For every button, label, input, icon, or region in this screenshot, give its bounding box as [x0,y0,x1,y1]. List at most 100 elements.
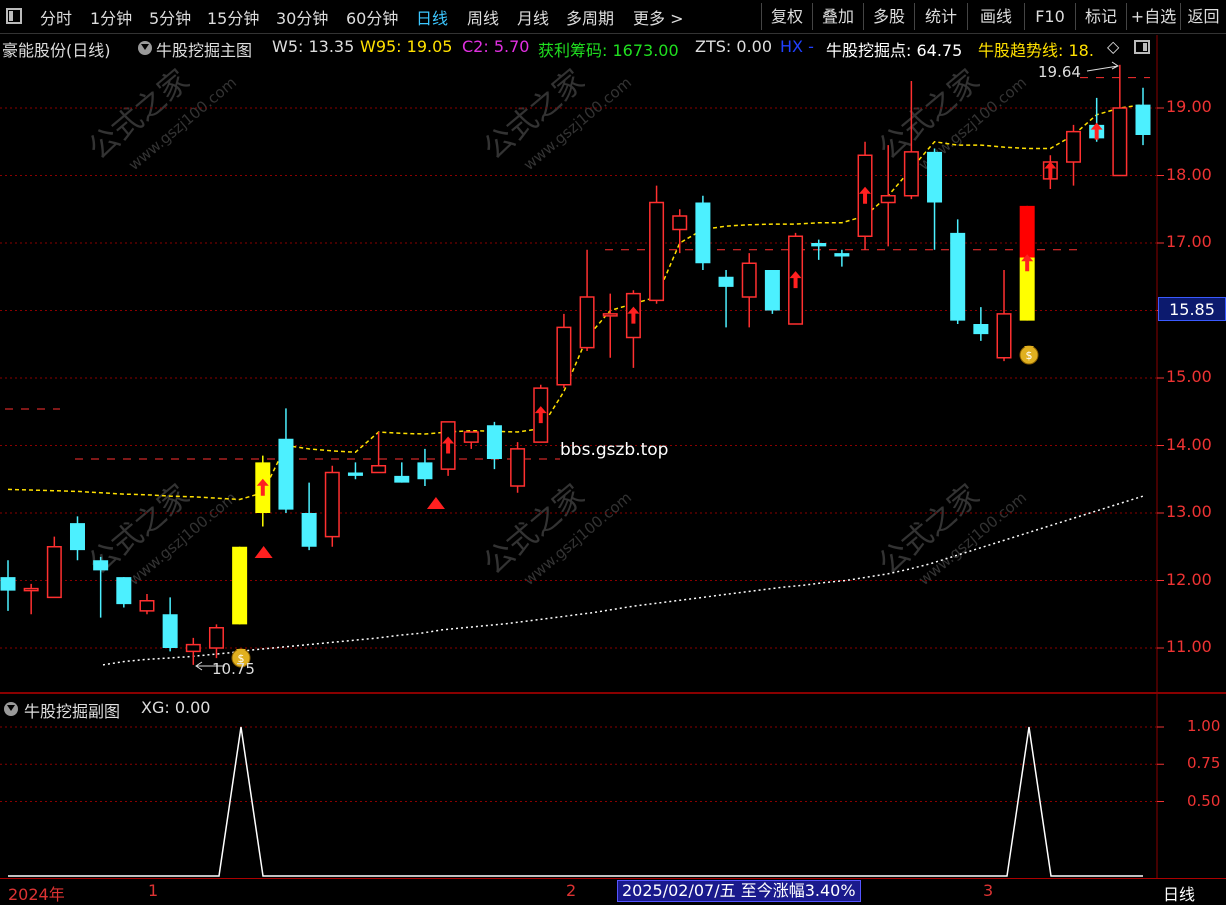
period-tab-1[interactable]: 1分钟 [90,5,132,29]
current-price-tag: 15.85 [1158,297,1226,321]
date-label-year: 2024年 [8,885,65,904]
candle-body-signal-top [1019,205,1035,258]
price-axis-label: 18.00 [1166,164,1212,184]
candle-body [950,232,966,321]
candle-body [93,560,109,571]
toolbar-action-6[interactable]: 标记 [1075,3,1126,30]
candle-body [764,270,780,311]
watermark: 公式之家www.gszj100.com [477,63,635,174]
period-tab-4[interactable]: 30分钟 [276,5,328,29]
candle-body [162,614,178,648]
w95-value: W95: 19.05 [360,37,453,56]
candle-body [602,313,618,317]
candle-body [834,253,850,257]
date-label-feb: 2 [566,881,577,900]
candle-body [1066,130,1082,163]
price-axis-label: 17.00 [1166,232,1212,251]
watermark: 公式之家www.gszj100.com [872,478,1030,589]
candle-body [394,475,410,483]
price-axis-label: 14.00 [1166,434,1212,454]
sub-indicator-dropdown-icon[interactable] [4,702,18,716]
candle-body [1135,104,1151,135]
candle-body [579,296,595,349]
toolbar-action-8[interactable]: 返回 [1180,3,1226,30]
toolbar-action-4[interactable]: 画线 [967,3,1024,30]
sub-axis-label: 0.50 [1187,791,1221,810]
candle-body [232,546,248,625]
indicator-dropdown-icon[interactable] [138,41,152,55]
candle-body [417,462,433,480]
candle-body [0,577,16,591]
date-axis-bar: 2024年 1 2 3 2025/02/07/五 至今涨幅3.40% 日线 [0,878,1226,904]
moneybag-icon-symbol: $ [1026,349,1033,362]
candle-body [185,643,201,653]
candle-body [301,513,317,547]
high-price-label: 19.64 [1038,63,1081,81]
period-tab-2[interactable]: 5分钟 [149,5,191,29]
profit-chips-value: 获利筹码: 1673.00 [538,41,679,60]
watermark: 公式之家www.gszj100.com [477,478,635,589]
watermark-url: bbs.gszb.top [560,440,669,460]
period-tab-9[interactable]: 多周期 [566,5,614,29]
candle-body [46,546,62,599]
trend-line-value: 牛股趋势线: 18. [978,41,1094,60]
candle-body [695,202,711,264]
candle-body [139,600,155,612]
candle-body [556,326,572,386]
price-axis-label: 12.00 [1166,569,1212,589]
period-tab-10[interactable]: 更多 > [633,5,684,29]
stock-name: 豪能股份(日线) [2,41,111,60]
date-label-mar: 3 [983,881,994,900]
w5-value: W5: 13.35 [272,37,355,56]
period-tab-8[interactable]: 月线 [517,5,549,29]
zts-value: ZTS: 0.00 [695,37,772,56]
watermark: 公式之家www.gszj100.com [82,63,240,174]
toolbar-action-1[interactable]: 叠加 [812,3,863,30]
sub-axis-label: 1.00 [1187,717,1221,735]
main-indicator-name[interactable]: 牛股挖掘主图 [156,37,252,61]
panel-maximize-icon[interactable] [1134,40,1150,54]
toolbar-action-2[interactable]: 多股 [863,3,914,30]
candle-body [927,151,943,203]
candle-body [1112,107,1128,177]
candle-body [486,425,502,459]
sub-indicator-name[interactable]: 牛股挖掘副图 [24,698,120,722]
candle-body [649,201,665,302]
candle-body [903,151,919,197]
signal-triangle-icon [426,497,445,509]
c2-value: C2: 5.70 [462,37,530,56]
candle-body [371,465,387,474]
toolbar-action-5[interactable]: F10 [1024,3,1075,30]
candle-body [208,627,224,649]
high-arrow-icon [1086,61,1119,72]
candle-body [324,471,340,538]
candle-body [463,431,479,443]
toolbar-action-3[interactable]: 统计 [914,3,967,30]
price-axis-label: 19.00 [1166,97,1212,116]
period-tab-7[interactable]: 周线 [467,5,499,29]
price-axis-label: 15.00 [1166,367,1212,386]
toolbar-action-7[interactable]: +自选 [1126,3,1180,30]
candle-body [510,448,526,487]
crosshair-date-label: 2025/02/07/五 至今涨幅3.40% [617,880,861,902]
period-tab-5[interactable]: 60分钟 [346,5,398,29]
top-toolbar: 分时 1分钟 5分钟 15分钟 30分钟 60分钟 日线 周线 月线 多周期 更多 > 复权 叠加 多股统… [0,0,1226,34]
candle-body [741,262,757,298]
period-tab-6[interactable]: 日线 [416,5,448,29]
watermark: 公式之家www.gszj100.com [82,478,240,589]
period-label[interactable]: 日线 [1163,881,1195,905]
hx-value: HX - [780,37,814,56]
candle-body [116,577,132,605]
candle-body [672,215,688,231]
candle-body [880,195,896,204]
signal-triangle-icon [254,546,273,558]
watermark: 公式之家www.gszj100.com [872,63,1030,174]
dig-point-value: 牛股挖掘点: 64.75 [826,41,963,60]
layout-toggle-icon[interactable] [6,8,22,24]
period-tab-0[interactable]: 分时 [40,5,72,29]
candle-body [996,313,1012,359]
sub-axis-label: 0.75 [1187,754,1221,773]
period-tab-3[interactable]: 15分钟 [207,5,259,29]
candle-body [69,523,85,551]
toolbar-action-0[interactable]: 复权 [761,3,812,30]
